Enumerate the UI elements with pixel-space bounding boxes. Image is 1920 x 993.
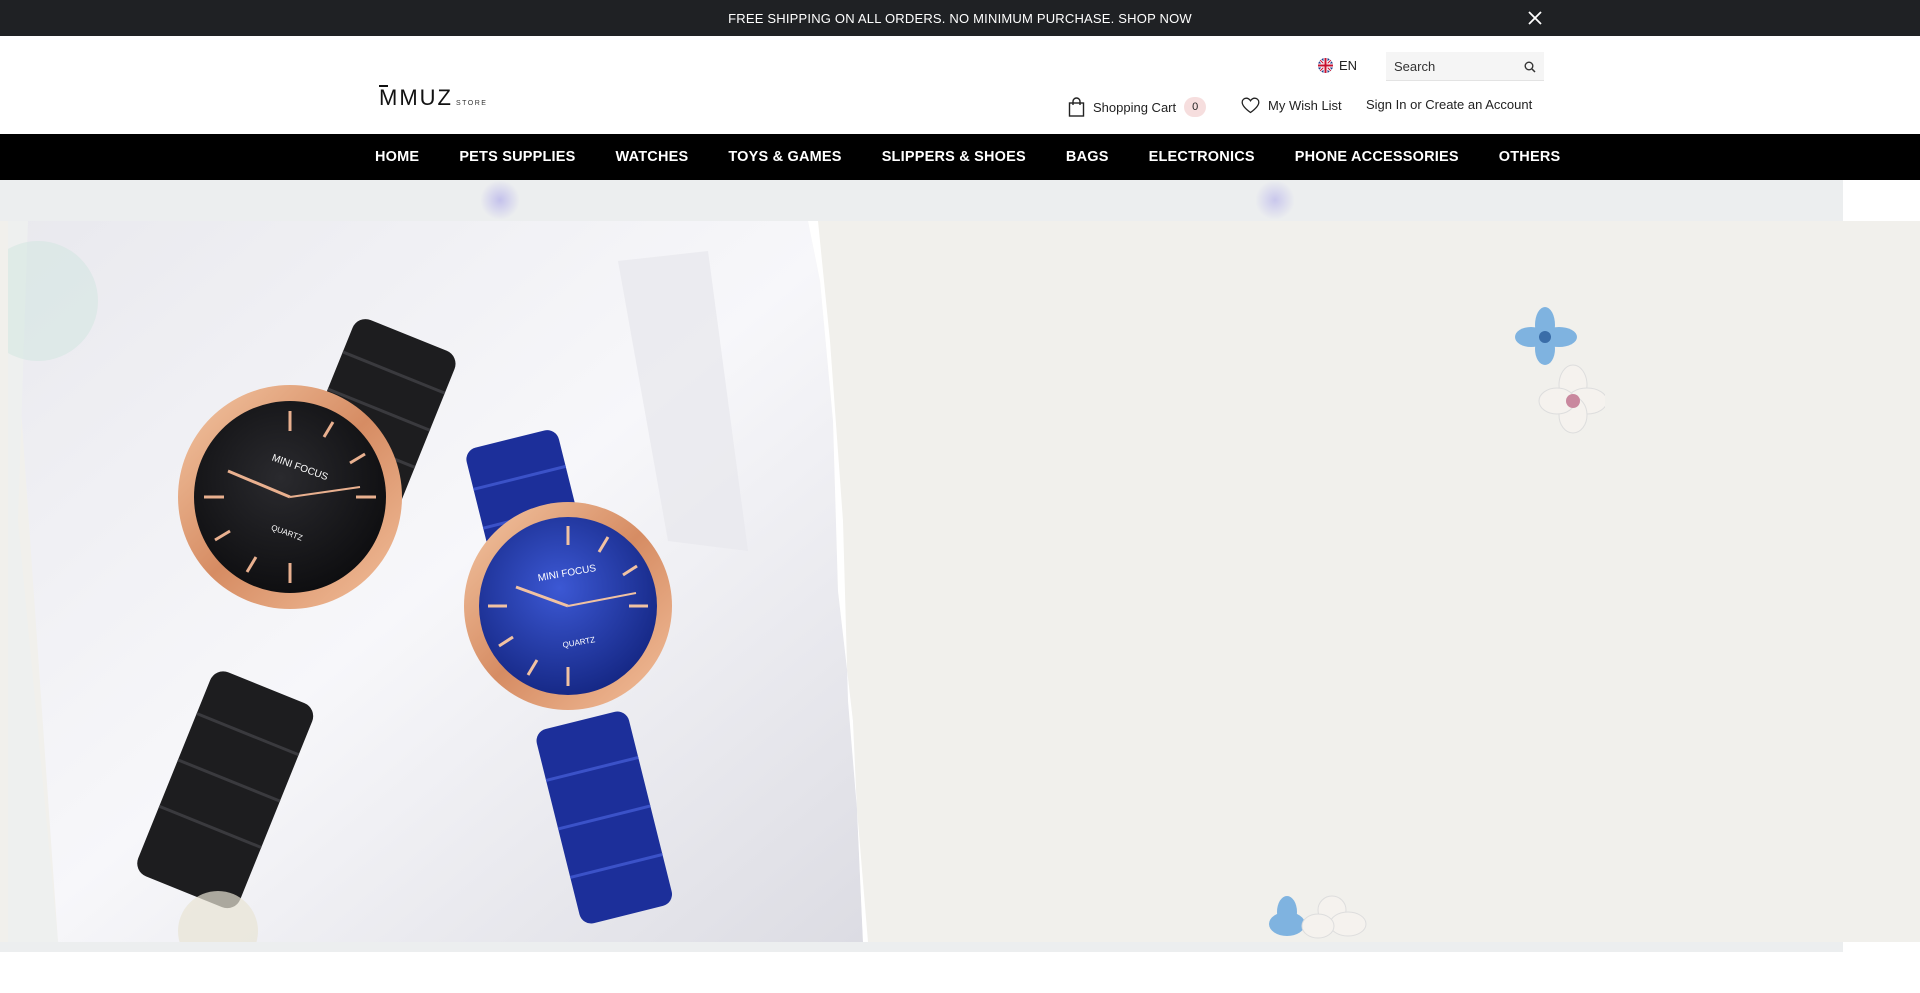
search-icon[interactable] (1524, 60, 1536, 78)
nav-item-others[interactable]: OTHERS (1499, 149, 1561, 165)
nav-item-phone-accessories[interactable]: PHONE ACCESSORIES (1295, 149, 1459, 165)
nav-item-electronics[interactable]: ELECTRONICS (1149, 149, 1255, 165)
logo-wordmark: MMUZ (379, 85, 453, 110)
sign-in-label: Sign In or Create an Account (1366, 97, 1533, 112)
store-logo[interactable]: MMUZ STORE (379, 85, 488, 110)
sign-in-link[interactable]: Sign In or Create an Account (1366, 97, 1532, 112)
language-code: EN (1339, 58, 1358, 73)
uk-flag-icon (1318, 58, 1333, 73)
nav-item-bags[interactable]: BAGS (1066, 149, 1109, 165)
wishlist-link[interactable]: My Wish List (1241, 97, 1342, 114)
search-box (1386, 52, 1544, 81)
logo-accent (379, 85, 388, 87)
decorative-glow (1255, 180, 1295, 220)
flower-decoration-icon (1269, 895, 1367, 939)
announcement-text[interactable]: FREE SHIPPING ON ALL ORDERS. NO MINIMUM … (728, 11, 1192, 26)
cart-count-badge: 0 (1184, 97, 1207, 117)
search-input[interactable] (1386, 57, 1522, 75)
nav-item-toys-games[interactable]: TOYS & GAMES (728, 149, 841, 165)
hero-bottom-strip (0, 942, 1843, 952)
hero-top-strip (0, 180, 1843, 221)
nav-item-home[interactable]: HOME (375, 149, 419, 165)
shopping-bag-icon (1068, 97, 1085, 117)
cart-label: Shopping Cart (1093, 99, 1177, 115)
wishlist-label: My Wish List (1268, 98, 1342, 113)
shopping-cart-link[interactable]: Shopping Cart 0 (1068, 97, 1207, 117)
announcement-bar: FREE SHIPPING ON ALL ORDERS. NO MINIMUM … (0, 0, 1920, 36)
language-switcher[interactable]: EN (1318, 58, 1357, 73)
hero-banner[interactable]: MINI FOCUS QUARTZ MINI FOCUS QUARTZ (0, 221, 1920, 942)
nav-list: HOME PETS SUPPLIES WATCHES TOYS & GAMES … (0, 149, 1600, 165)
main-navigation: HOME PETS SUPPLIES WATCHES TOYS & GAMES … (0, 134, 1920, 180)
decorative-glow (480, 180, 520, 220)
nav-item-slippers-shoes[interactable]: SLIPPERS & SHOES (882, 149, 1026, 165)
nav-item-pets-supplies[interactable]: PETS SUPPLIES (459, 149, 575, 165)
nav-item-watches[interactable]: WATCHES (616, 149, 689, 165)
flower-decoration-icon (1515, 307, 1605, 434)
logo-suffix: STORE (455, 100, 488, 107)
hero-watches-photo: MINI FOCUS QUARTZ MINI FOCUS QUARTZ (8, 221, 873, 942)
site-header: MMUZ STORE EN Shopping Cart 0 (0, 36, 1920, 134)
heart-icon (1241, 97, 1260, 114)
close-icon[interactable] (1525, 8, 1545, 28)
